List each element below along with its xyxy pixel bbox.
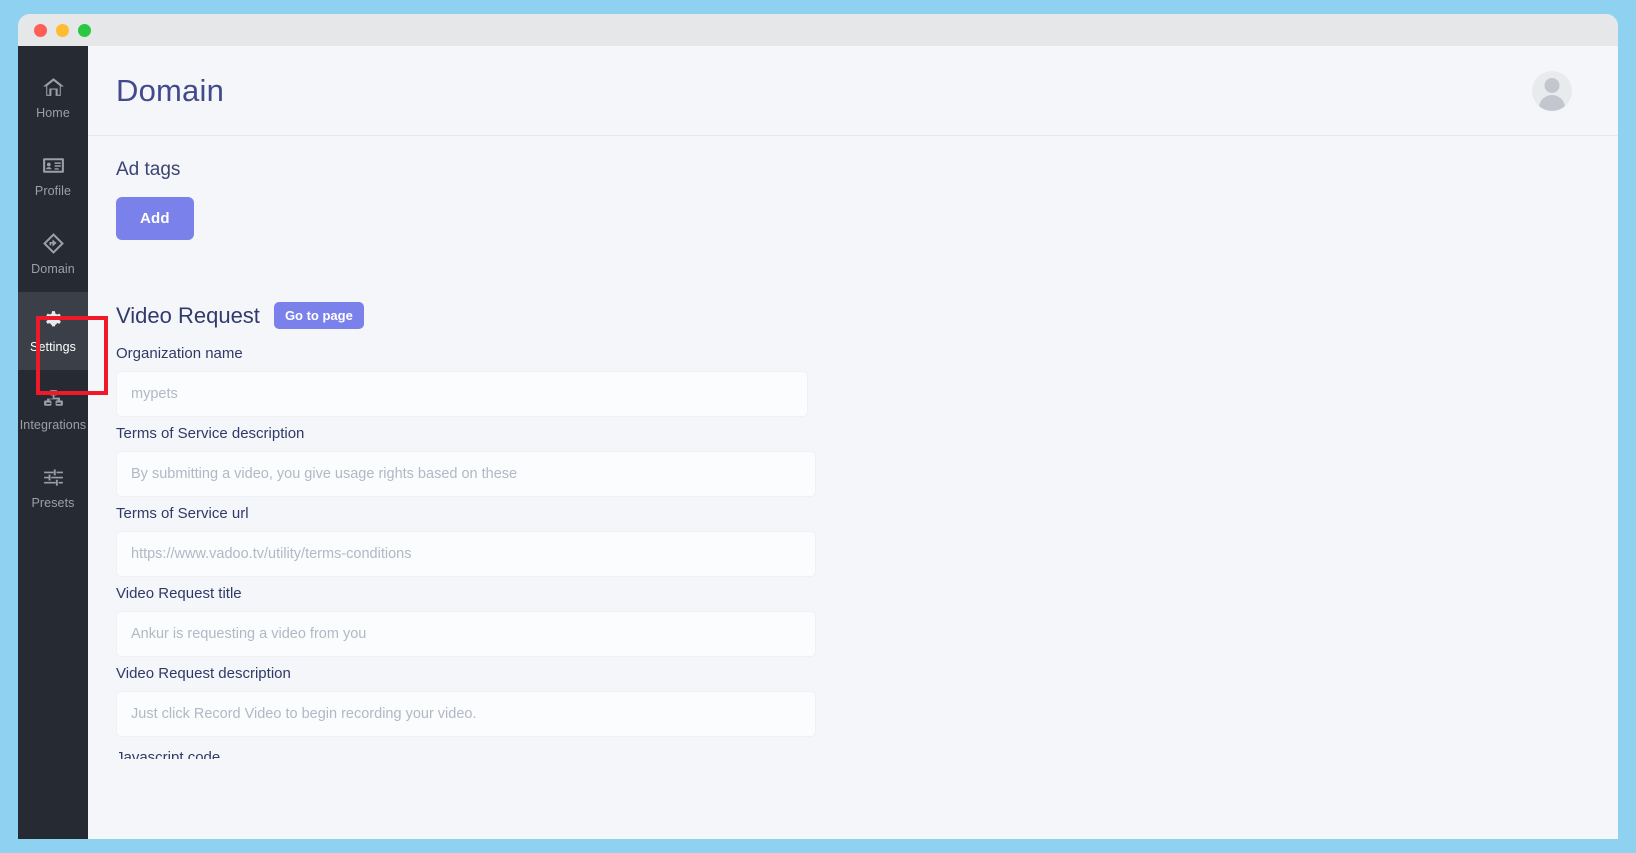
sidebar-item-domain[interactable]: Domain [18,214,88,292]
sidebar-item-label: Home [36,106,70,121]
window-titlebar [18,14,1618,46]
sliders-icon [40,464,66,490]
field-video-request-description: Video Request description [116,665,1618,737]
sidebar-item-home[interactable]: Home [18,58,88,136]
user-avatar-icon[interactable] [1532,70,1572,111]
main-content: Domain Ad tags Add Video Request Go to p… [88,46,1618,839]
maximize-window-button[interactable] [78,23,91,37]
field-tos-url: Terms of Service url [116,505,1618,577]
video-request-description-input[interactable] [116,691,816,737]
sidebar-item-settings[interactable]: Settings [18,292,88,370]
gear-icon [40,308,66,334]
settings-scroll-area[interactable]: Ad tags Add Video Request Go to page Org… [88,137,1618,839]
tos-description-input[interactable] [116,451,816,497]
minimize-window-button[interactable] [56,23,69,37]
sidebar-item-label: Domain [31,262,75,277]
video-request-heading: Video Request Go to page [116,302,1618,329]
sidebar-item-label: Presets [31,496,75,511]
window-body: Home Profile Domain Settings Integration… [18,46,1618,839]
field-label: Terms of Service url [116,505,249,522]
field-organization-name: Organization name [116,345,1618,417]
sidebar-item-label: Settings [30,340,76,355]
field-video-request-title: Video Request title [116,585,1618,657]
add-ad-tag-button[interactable]: Add [116,197,194,240]
app-window: Home Profile Domain Settings Integration… [18,14,1618,839]
field-label: Organization name [116,345,243,362]
field-label: Video Request title [116,585,242,602]
sidebar-item-profile[interactable]: Profile [18,136,88,214]
page-title: Domain [116,72,225,108]
share-icon [40,230,66,256]
video-request-title-input[interactable] [116,611,816,657]
sitemap-icon [40,386,66,412]
sidebar-item-label: Integrations [19,418,87,433]
home-icon [40,74,66,100]
video-request-title: Video Request [116,302,260,328]
ad-tags-heading: Ad tags [116,159,181,180]
page-header: Domain [88,46,1618,136]
organization-name-input[interactable] [116,371,808,417]
go-to-page-button[interactable]: Go to page [273,302,364,329]
sidebar: Home Profile Domain Settings Integration… [18,46,88,839]
close-window-button[interactable] [34,23,47,37]
field-label: Video Request description [116,665,291,682]
sidebar-item-presets[interactable]: Presets [18,448,88,526]
field-tos-description: Terms of Service description [116,425,1618,497]
field-label-javascript-code: Javascript code [116,749,221,759]
sidebar-item-label: Profile [34,184,72,199]
tos-url-input[interactable] [116,531,816,577]
id-card-icon [40,152,66,178]
field-label: Terms of Service description [116,425,305,442]
sidebar-item-integrations[interactable]: Integrations [18,370,88,448]
